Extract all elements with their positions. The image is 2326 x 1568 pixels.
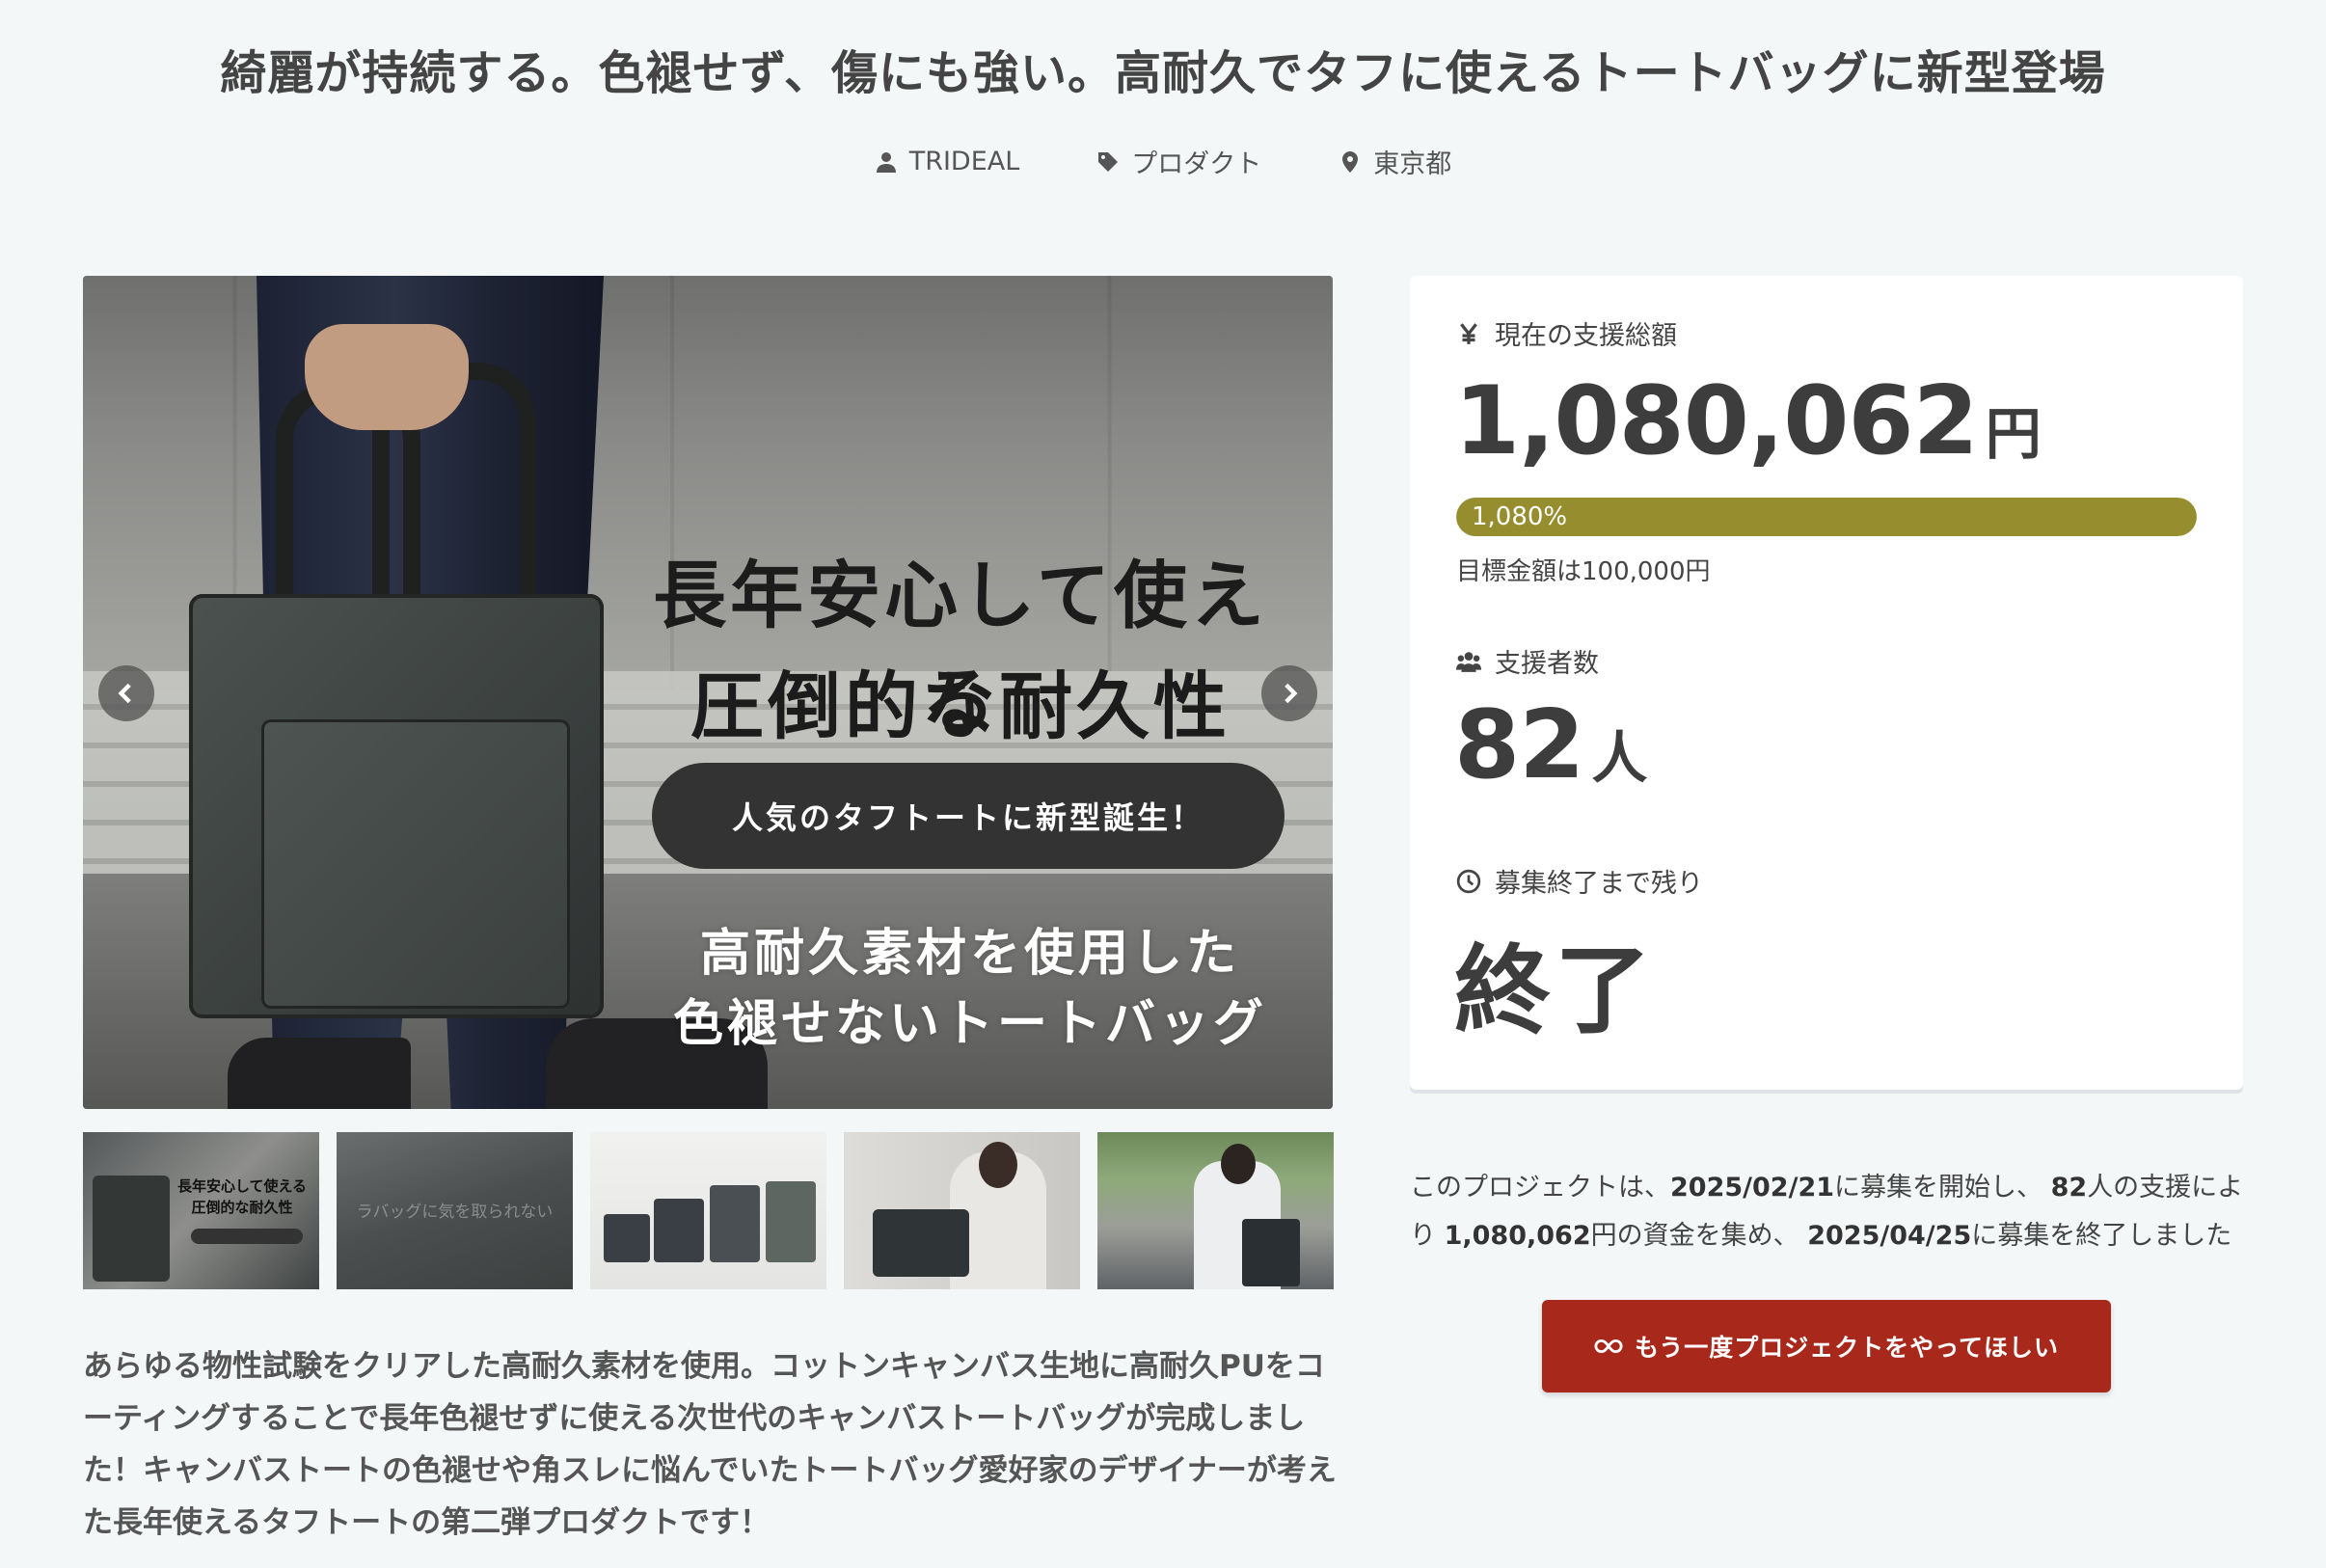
hero-subline-1: 高耐久素材を使用した <box>699 924 1240 983</box>
progress-fill <box>1456 498 2197 536</box>
request-again-button[interactable]: もう一度プロジェクトをやってほしい <box>1542 1300 2111 1392</box>
project-summary: このプロジェクトは、2025/02/21に募集を開始し、 82人の支援により 1… <box>1410 1173 2244 1251</box>
hero-carousel[interactable]: 長年安心して使える 圧倒的な耐久性 人気のタフトートに新型誕生！ 高耐久素材を使… <box>83 276 1333 1109</box>
remaining-value: 終了 <box>1454 934 1655 1047</box>
clock-icon <box>1456 869 1481 893</box>
owner-name: TRIDEAL <box>908 147 1020 176</box>
carousel-prev-button[interactable] <box>98 665 154 721</box>
hero-pill: 人気のタフトートに新型誕生！ <box>652 763 1285 869</box>
backers-label: 支援者数 <box>1495 649 1599 679</box>
chevron-left-icon <box>118 683 131 704</box>
progress-bar: 1,080% <box>1456 498 2197 536</box>
hero-headline-2: 圧倒的な耐久性 <box>690 663 1231 749</box>
remaining-label: 募集終了まで残り <box>1495 869 1703 899</box>
thumbnail-2[interactable]: ラバッグに気を取られない <box>337 1132 573 1289</box>
progress-percent: 1,080% <box>1472 502 1568 531</box>
users-icon <box>1456 651 1481 672</box>
thumbnail-strip: 長年安心して使える 圧倒的な耐久性 ラバッグに気を取られない <box>83 1132 1334 1289</box>
yen-icon <box>1460 322 1477 344</box>
amount-value: 1,080,062 円 <box>1454 366 2042 476</box>
project-meta: TRIDEAL プロダクト 東京都 <box>0 143 2326 180</box>
project-description: あらゆる物性試験をクリアした高耐久素材を使用。コットンキャンバス生地に高耐久PU… <box>83 1349 1337 1540</box>
thumbnail-1[interactable]: 長年安心して使える 圧倒的な耐久性 <box>83 1132 319 1289</box>
hero-subline-2: 色褪せないトートバッグ <box>672 994 1267 1053</box>
location-name: 東京都 <box>1373 149 1452 179</box>
thumbnail-3[interactable] <box>590 1132 826 1289</box>
goal-text: 目標金額は100,000円 <box>1456 557 1711 586</box>
thumbnail-4[interactable] <box>844 1132 1080 1289</box>
amount-label: 現在の支援総額 <box>1495 321 1677 351</box>
request-again-label: もう一度プロジェクトをやってほしい <box>1634 1334 2059 1362</box>
chevron-right-icon <box>1285 683 1298 704</box>
owner-link[interactable]: TRIDEAL <box>875 143 1020 180</box>
category-name: プロダクト <box>1131 149 1262 179</box>
location-link[interactable]: 東京都 <box>1339 143 1451 180</box>
carousel-next-button[interactable] <box>1261 665 1317 721</box>
funding-stats-card: 現在の支援総額 1,080,062 円 1,080% 目標金額は100,000円 … <box>1410 276 2243 1090</box>
backers-label-row: 支援者数 <box>1456 642 1599 680</box>
page-title: 綺麗が持続する。色褪せず、傷にも強い。高耐久でタフに使えるトートバッグに新型登場 <box>220 46 2106 100</box>
location-pin-icon <box>1342 150 1359 173</box>
amount-label-row: 現在の支援総額 <box>1456 314 1677 352</box>
remaining-label-row: 募集終了まで残り <box>1456 862 1703 900</box>
category-link[interactable]: プロダクト <box>1096 143 1261 180</box>
hand <box>305 324 469 430</box>
user-icon <box>876 151 896 173</box>
backers-value: 82 人 <box>1454 690 1647 800</box>
thumbnail-5[interactable] <box>1097 1132 1334 1289</box>
tag-icon <box>1098 151 1119 172</box>
infinity-icon <box>1594 1338 1623 1354</box>
